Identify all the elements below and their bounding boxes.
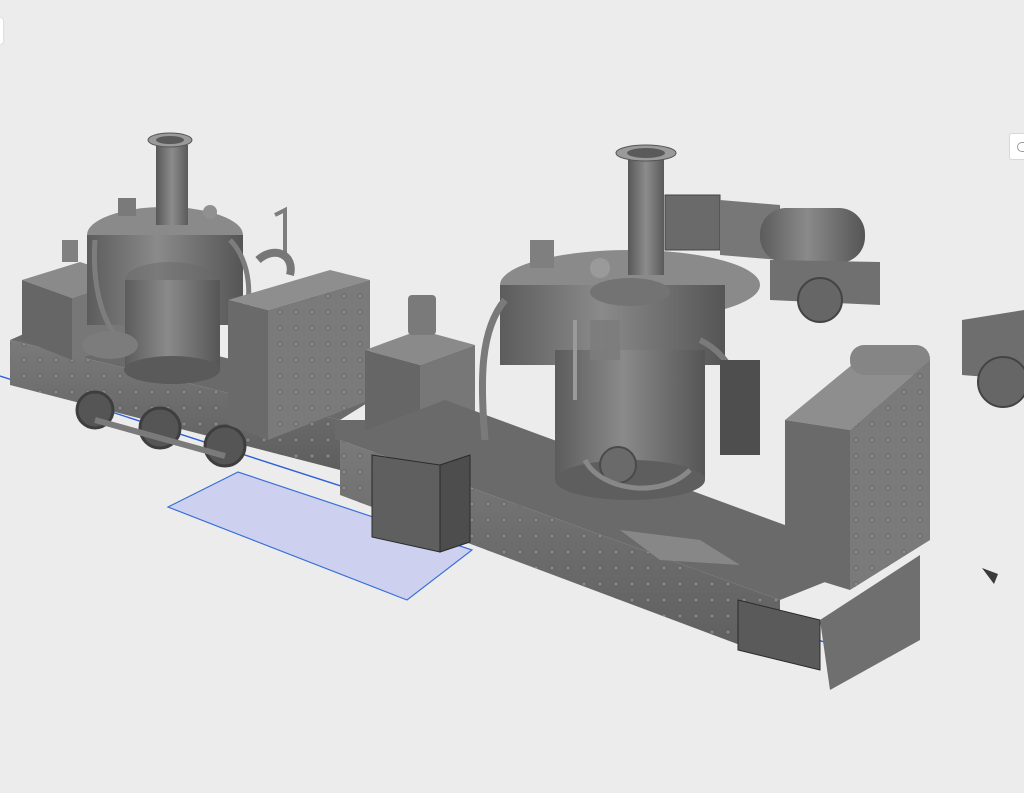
orbit-icon (1017, 142, 1024, 152)
right-panel-toggle[interactable] (1009, 133, 1024, 160)
3d-viewport[interactable] (0, 0, 1024, 793)
left-panel-toggle[interactable] (0, 18, 3, 44)
adjacent-model-fragment[interactable] (962, 310, 1024, 584)
locomotive-left[interactable] (10, 132, 380, 470)
scene-canvas[interactable] (0, 0, 1024, 793)
locomotive-right[interactable] (340, 144, 930, 690)
